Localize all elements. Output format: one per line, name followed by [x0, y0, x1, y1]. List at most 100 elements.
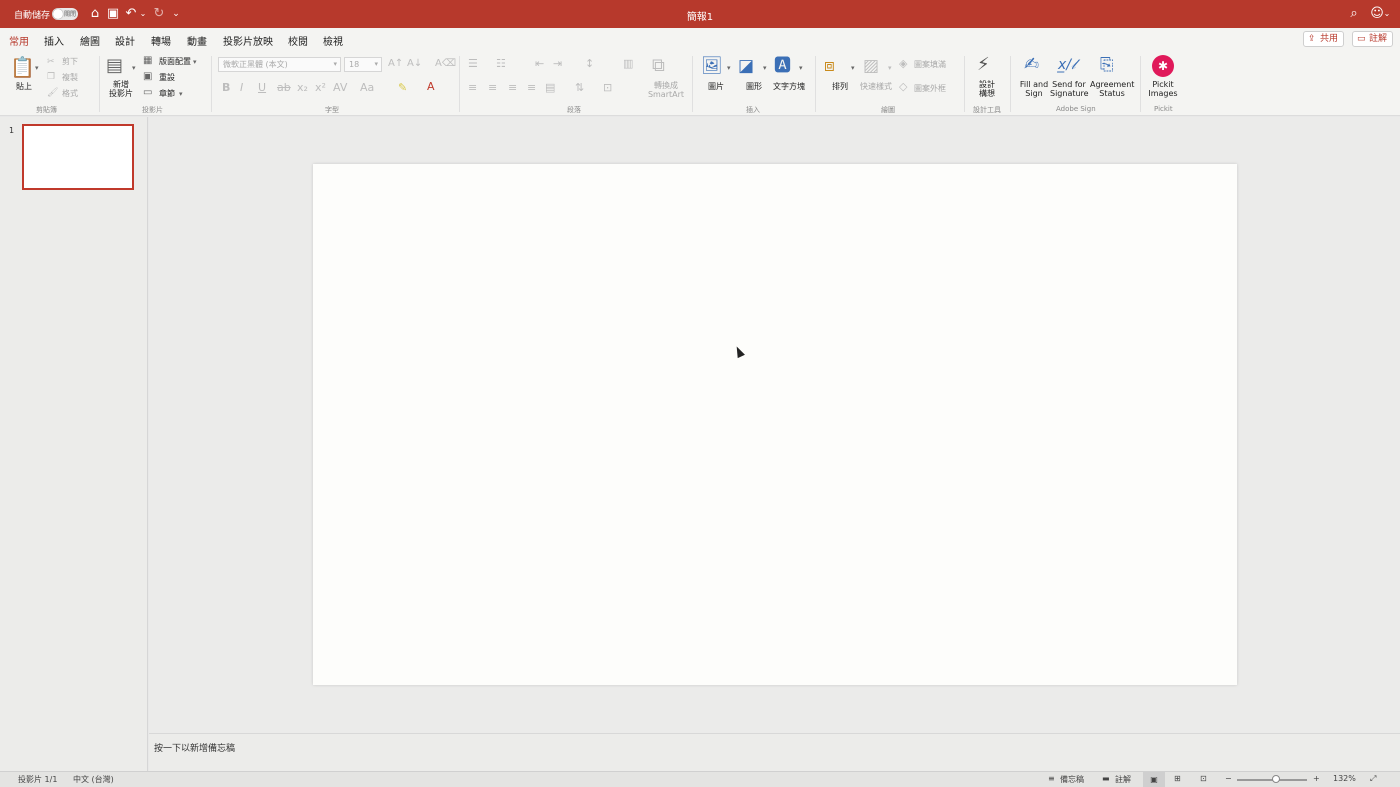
- picture-dropdown-icon[interactable]: ▾: [727, 62, 731, 74]
- paste-dropdown-icon[interactable]: ▾: [35, 62, 39, 74]
- smartart-icon[interactable]: ⧉: [652, 56, 665, 76]
- quick-styles-label[interactable]: 快速樣式: [858, 82, 894, 91]
- section-label[interactable]: 章節: [159, 88, 175, 99]
- comments-toggle-button[interactable]: 註解: [1115, 774, 1131, 785]
- picture-label[interactable]: 圖片: [702, 82, 730, 91]
- bullets-icon[interactable]: ☰: [468, 58, 478, 70]
- reset-icon[interactable]: ▣: [143, 71, 152, 83]
- columns-icon[interactable]: ▥: [623, 58, 633, 70]
- paste-label[interactable]: 貼上: [10, 82, 38, 91]
- slide-thumbnail[interactable]: [22, 124, 134, 190]
- zoom-in-icon[interactable]: +: [1313, 774, 1320, 783]
- share-button[interactable]: ⇪ 共用: [1303, 31, 1345, 47]
- layout-icon[interactable]: ▦: [143, 55, 152, 67]
- italic-icon[interactable]: I: [240, 82, 243, 94]
- tab-view[interactable]: 檢視: [323, 33, 343, 48]
- font-name-select[interactable]: 微軟正黑體 (本文) ▾: [218, 57, 341, 72]
- feedback-dropdown-icon[interactable]: ⌄: [1383, 6, 1391, 22]
- clear-formatting-icon[interactable]: A⌫: [435, 58, 456, 70]
- language-indicator[interactable]: 中文 (台灣): [73, 774, 114, 785]
- textbox-dropdown-icon[interactable]: ▾: [799, 62, 803, 74]
- format-painter-icon[interactable]: 🖌: [47, 87, 58, 99]
- highlight-icon[interactable]: ✎: [398, 82, 407, 94]
- reading-view-icon[interactable]: ⊡: [1200, 774, 1207, 783]
- superscript-icon[interactable]: x²: [315, 82, 326, 94]
- decrease-indent-icon[interactable]: ⇤: [535, 58, 544, 70]
- fit-to-window-icon[interactable]: ⤢: [1370, 774, 1376, 784]
- layout-dropdown-icon[interactable]: ▾: [193, 56, 197, 68]
- zoom-level[interactable]: 132%: [1333, 774, 1356, 783]
- numbering-icon[interactable]: ☷: [496, 58, 506, 70]
- tab-insert[interactable]: 插入: [44, 33, 64, 48]
- send-for-signature-label[interactable]: Send for Signature: [1050, 80, 1089, 98]
- align-text-icon[interactable]: ⊡: [603, 82, 612, 94]
- send-for-signature-icon[interactable]: x̲/𝓁: [1058, 55, 1076, 75]
- quick-styles-icon[interactable]: ▨: [863, 56, 879, 76]
- tab-home[interactable]: 常用: [9, 33, 29, 53]
- line-spacing-icon[interactable]: ↕: [585, 58, 594, 70]
- shape-fill-label[interactable]: 圖案填滿: [914, 59, 946, 70]
- shapes-label[interactable]: 圖形: [740, 82, 768, 91]
- text-direction-icon[interactable]: ⇅: [575, 82, 584, 94]
- subscript-icon[interactable]: x₂: [297, 82, 308, 94]
- zoom-slider-handle[interactable]: [1272, 775, 1280, 783]
- decrease-font-icon[interactable]: A↓: [407, 58, 422, 70]
- tab-draw[interactable]: 繪圖: [80, 33, 100, 48]
- smiley-feedback-icon[interactable]: ☺: [1370, 6, 1384, 22]
- paste-icon[interactable]: 📋: [10, 56, 35, 78]
- tab-design[interactable]: 設計: [115, 33, 135, 48]
- quick-styles-dropdown-icon[interactable]: ▾: [888, 62, 892, 74]
- increase-font-icon[interactable]: A↑: [388, 58, 403, 70]
- comments-toggle-icon[interactable]: ▬: [1102, 774, 1110, 783]
- shapes-icon[interactable]: ◪: [738, 56, 754, 76]
- reset-label[interactable]: 重設: [159, 72, 175, 83]
- strikethrough-icon[interactable]: ab: [277, 82, 291, 94]
- slide-editor[interactable]: [313, 164, 1237, 685]
- new-slide-icon[interactable]: ▤: [106, 56, 123, 76]
- design-ideas-icon[interactable]: ⚡: [977, 54, 990, 76]
- fill-and-sign-icon[interactable]: ✍: [1024, 55, 1039, 75]
- arrange-label[interactable]: 排列: [826, 82, 854, 91]
- character-spacing-icon[interactable]: AV: [333, 82, 347, 94]
- align-right-icon[interactable]: ≡: [508, 82, 517, 94]
- notes-pane[interactable]: 按一下以新增備忘稿: [149, 733, 1400, 771]
- increase-indent-icon[interactable]: ⇥: [553, 58, 562, 70]
- comments-button[interactable]: ▭ 註解: [1352, 31, 1394, 47]
- shape-outline-icon[interactable]: ◇: [899, 81, 907, 93]
- tab-animations[interactable]: 動畫: [187, 33, 207, 48]
- tab-review[interactable]: 校閱: [288, 33, 308, 48]
- pickit-images-label[interactable]: Pickit Images: [1146, 80, 1180, 98]
- agreement-status-label[interactable]: Agreement Status: [1090, 80, 1134, 98]
- cut-icon[interactable]: ✂: [47, 56, 55, 68]
- slide-sorter-icon[interactable]: ⊞: [1174, 774, 1181, 783]
- font-size-select[interactable]: 18 ▾: [344, 57, 382, 72]
- justify-icon[interactable]: ≡: [527, 82, 536, 94]
- align-center-icon[interactable]: ≡: [488, 82, 497, 94]
- font-color-icon[interactable]: A: [427, 81, 435, 93]
- shapes-dropdown-icon[interactable]: ▾: [763, 62, 767, 74]
- tab-slideshow[interactable]: 投影片放映: [223, 33, 273, 48]
- section-icon[interactable]: ▭: [143, 87, 152, 99]
- distributed-icon[interactable]: ▤: [545, 82, 555, 94]
- format-painter-label[interactable]: 格式: [62, 88, 78, 99]
- copy-label[interactable]: 複製: [62, 72, 78, 83]
- copy-icon[interactable]: ❐: [47, 71, 55, 83]
- search-icon[interactable]: ⌕: [1347, 6, 1361, 22]
- textbox-icon[interactable]: 🅰: [774, 56, 791, 76]
- change-case-icon[interactable]: Aa: [360, 82, 374, 94]
- new-slide-label[interactable]: 新增 投影片: [105, 80, 137, 98]
- pickit-icon[interactable]: ✱: [1152, 55, 1174, 77]
- bold-icon[interactable]: B: [222, 82, 230, 94]
- zoom-out-icon[interactable]: −: [1225, 774, 1232, 783]
- tab-transitions[interactable]: 轉場: [151, 33, 171, 48]
- arrange-dropdown-icon[interactable]: ▾: [851, 62, 855, 74]
- shape-fill-icon[interactable]: ◈: [899, 58, 907, 70]
- notes-toggle-button[interactable]: 備忘稿: [1060, 774, 1084, 785]
- shape-outline-label[interactable]: 圖案外框: [914, 83, 946, 94]
- new-slide-dropdown-icon[interactable]: ▾: [132, 62, 136, 74]
- design-ideas-label[interactable]: 設計 構想: [973, 80, 1001, 98]
- align-left-icon[interactable]: ≡: [468, 82, 477, 94]
- section-dropdown-icon[interactable]: ▾: [179, 88, 183, 100]
- convert-smartart-label[interactable]: 轉換成 SmartArt: [645, 81, 687, 99]
- textbox-label[interactable]: 文字方塊: [771, 82, 807, 91]
